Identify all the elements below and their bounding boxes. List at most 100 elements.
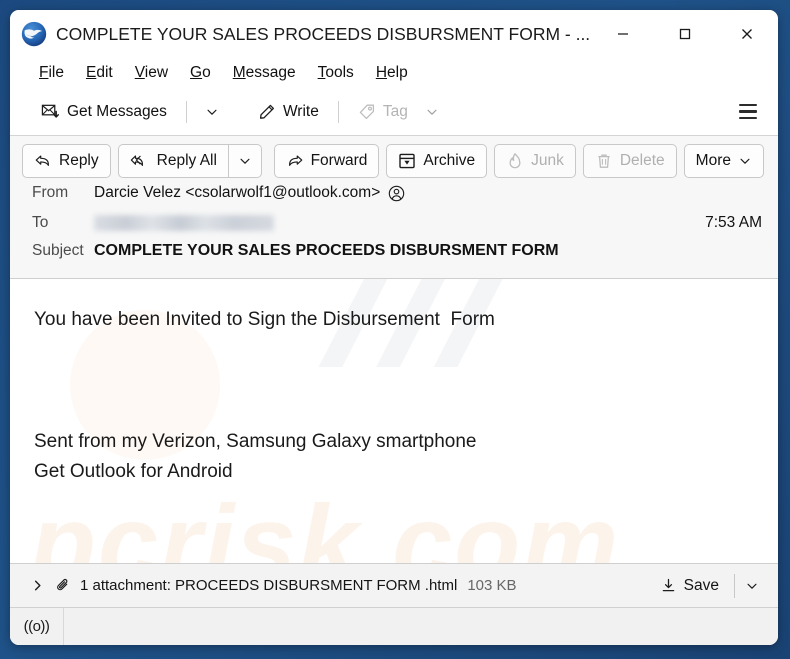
menu-message-rest: essage (245, 64, 296, 81)
header-row-subject: Subject COMPLETE YOUR SALES PROCEEDS DIS… (10, 242, 778, 268)
reply-arrow-icon (35, 155, 49, 166)
reply-all-arrow-icon (130, 155, 143, 166)
hamburger-icon-line-3 (739, 116, 757, 120)
menu-edit-accesskey: E (85, 64, 97, 81)
reply-button[interactable]: Reply (22, 144, 111, 178)
chevron-down-icon (747, 583, 757, 589)
trash-icon (598, 154, 610, 168)
body-line-3: Get Outlook for Android (34, 461, 233, 482)
app-menu-button[interactable] (730, 96, 766, 128)
menu-go-rest: o (202, 64, 211, 81)
get-messages-dropdown[interactable] (197, 96, 227, 128)
forward-arrow-icon (288, 155, 302, 166)
message-action-bar: Reply Reply All Forward Archive Junk Del… (10, 144, 778, 178)
paperclip-icon (57, 578, 68, 591)
connection-status-icon[interactable]: ((o)) (10, 608, 64, 645)
minimize-icon (618, 33, 628, 35)
menu-tools[interactable]: Tools (307, 61, 365, 85)
menu-tools-rest: ools (325, 64, 354, 81)
menu-view-accesskey: V (134, 64, 145, 81)
menu-help-rest: elp (387, 64, 408, 81)
attachment-expand-button[interactable] (28, 574, 53, 597)
main-toolbar: Get Messages Write Tag (10, 88, 778, 136)
from-label: From (32, 184, 69, 201)
attachment-text[interactable]: 1 attachment: PROCEEDS DISBURSMENT FORM … (80, 577, 457, 594)
archive-button[interactable]: Archive (386, 144, 488, 178)
delete-button[interactable]: Delete (582, 144, 677, 178)
menu-help-accesskey: H (375, 64, 388, 81)
subject-value: COMPLETE YOUR SALES PROCEEDS DISBURSMENT… (94, 242, 559, 259)
menu-file-rest: ile (48, 64, 64, 81)
menu-file[interactable]: File (28, 61, 75, 85)
menu-bar: File Edit View Go Message Tools Help (10, 58, 778, 88)
menu-edit-rest: dit (96, 64, 113, 81)
more-label: More (695, 152, 731, 169)
tag-button[interactable]: Tag (349, 96, 417, 128)
title-bar: COMPLETE YOUR SALES PROCEEDS DISBURSMENT… (10, 10, 778, 58)
get-messages-label: Get Messages (67, 102, 167, 120)
menu-go-accesskey: G (190, 64, 203, 81)
attachment-size: 103 KB (467, 577, 517, 594)
header-row-from: From Darcie Velez <csolarwolf1@outlook.c… (10, 184, 778, 210)
window-title: COMPLETE YOUR SALES PROCEEDS DISBURSMENT… (56, 23, 591, 44)
to-value-wrap (94, 215, 274, 231)
contact-avatar-icon[interactable] (388, 185, 405, 202)
thunderbird-icon (21, 21, 47, 47)
forward-label: Forward (310, 152, 368, 169)
close-button[interactable] (716, 14, 778, 54)
attachment-save-dropdown[interactable] (734, 573, 766, 598)
menu-message[interactable]: Message (222, 61, 307, 85)
flame-icon (509, 153, 521, 169)
menu-edit[interactable]: Edit (75, 61, 124, 85)
hamburger-icon-line-1 (739, 103, 757, 107)
more-button[interactable]: More (683, 144, 764, 178)
thunderbird-window: /// pcrisk.com COMPLETE YOUR SALES PROCE… (10, 10, 778, 645)
chevron-down-icon (427, 109, 437, 115)
chevron-down-icon (207, 109, 217, 115)
reply-all-label: Reply All (156, 152, 217, 169)
menu-view[interactable]: View (124, 61, 179, 85)
write-button[interactable]: Write (249, 96, 328, 128)
maximize-button[interactable] (654, 14, 716, 54)
body-line-2: Sent from my Verizon, Samsung Galaxy sma… (34, 431, 477, 452)
attachment-save-button[interactable]: Save (651, 572, 728, 600)
from-value-wrap: Darcie Velez <csolarwolf1@outlook.com> (94, 184, 405, 202)
message-body: You have been Invited to Sign the Disbur… (10, 279, 778, 563)
delete-label: Delete (619, 152, 665, 169)
reply-all-dropdown[interactable] (227, 144, 262, 178)
from-value[interactable]: Darcie Velez <csolarwolf1@outlook.com> (94, 184, 380, 202)
tag-dropdown[interactable] (417, 96, 447, 128)
status-bar: ((o)) (10, 607, 778, 645)
menu-go[interactable]: Go (179, 61, 222, 85)
tag-icon (359, 104, 374, 119)
pencil-icon (259, 104, 274, 119)
menu-help[interactable]: Help (365, 61, 419, 85)
get-messages-button[interactable]: Get Messages (32, 96, 176, 128)
archive-box-icon (399, 153, 416, 169)
menu-view-rest: iew (144, 64, 169, 81)
toolbar-separator-2 (337, 100, 339, 123)
junk-label: Junk (531, 152, 564, 169)
write-label: Write (282, 102, 319, 120)
reply-label: Reply (59, 152, 99, 169)
header-row-to: To 7:53 AM (10, 210, 778, 236)
body-line-1: You have been Invited to Sign the Disbur… (34, 309, 495, 330)
archive-label: Archive (423, 152, 476, 169)
junk-button[interactable]: Junk (494, 144, 576, 178)
maximize-icon (679, 28, 691, 40)
save-label: Save (683, 576, 719, 594)
close-icon (742, 29, 752, 39)
status-bar-empty-area (64, 608, 778, 645)
message-time: 7:53 AM (705, 214, 762, 231)
message-header: Reply Reply All Forward Archive Junk Del… (10, 136, 778, 279)
desktop-background: /// pcrisk.com COMPLETE YOUR SALES PROCE… (0, 0, 790, 659)
paperclip-icon-wrap (55, 577, 72, 594)
to-value-redacted (94, 215, 274, 231)
chevron-down-icon (240, 158, 250, 164)
subject-label: Subject (32, 242, 84, 259)
forward-button[interactable]: Forward (273, 144, 380, 178)
reply-all-button[interactable]: Reply All (117, 144, 228, 178)
chevron-right-icon (34, 580, 41, 591)
minimize-button[interactable] (592, 14, 654, 54)
